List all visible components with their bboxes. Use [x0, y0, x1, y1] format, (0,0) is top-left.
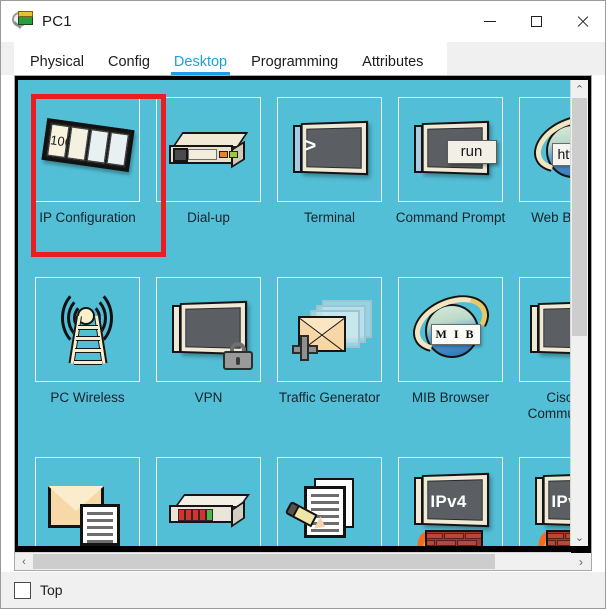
desktop-item-cisco-ip-communicator[interactable]: Cisco IP Communicator [511, 271, 570, 451]
pc-wireless-antenna-icon [35, 277, 140, 382]
desktop-item-label: VPN [194, 390, 223, 405]
desktop-item-dial-up[interactable]: Dial-up [148, 91, 269, 271]
tab-config[interactable]: Config [96, 54, 162, 76]
terminal-badge: > [304, 134, 317, 157]
desktop-item-label: MIB Browser [411, 390, 490, 405]
maximize-button[interactable] [513, 1, 559, 42]
desktop-row: 106 IP Configuration Dial-up > Terminal … [27, 91, 570, 271]
desktop-item-label: IP Configuration [39, 210, 136, 225]
cisco-ip-communicator-icon [519, 277, 570, 382]
desktop-item-label: Command Prompt [395, 210, 506, 225]
desktop-item-command-prompt[interactable]: run Command Prompt [390, 91, 511, 271]
packet-tracer-magnifier-icon [12, 10, 34, 33]
horizontal-scrollbar-thumb[interactable] [33, 554, 495, 569]
desktop-item-email[interactable]: Email [27, 451, 148, 546]
ipv6-firewall-icon: IPv6 [519, 457, 570, 546]
desktop-item-text-editor[interactable]: Text Editor [269, 451, 390, 546]
command-prompt-badge: run [446, 139, 497, 164]
maximize-icon [530, 16, 542, 27]
desktop-row: PC Wireless VPN Traffic Generator M I B … [27, 271, 570, 451]
scroll-right-icon[interactable]: › [571, 553, 591, 570]
desktop-panel: 106 IP Configuration Dial-up > Terminal … [14, 75, 592, 571]
vertical-scrollbar-thumb[interactable] [572, 98, 587, 336]
text-editor-icon [277, 457, 382, 546]
tab-physical[interactable]: Physical [18, 54, 96, 76]
minimize-icon [484, 21, 496, 22]
tab-strip: Physical Config Desktop Programming Attr… [1, 42, 605, 75]
desktop-item-pppoe-dialer[interactable]: PPPoE Dialer [148, 451, 269, 546]
ip-configuration-icon: 106 [35, 97, 140, 202]
desktop-item-label: PC Wireless [50, 390, 125, 405]
desktop-item-pc-wireless[interactable]: PC Wireless [27, 271, 148, 451]
desktop-item-mib-browser[interactable]: M I B MIB Browser [390, 271, 511, 451]
desktop-item-label: Traffic Generator [278, 390, 381, 405]
desktop-item-ipv6-firewall[interactable]: IPv6 [511, 451, 570, 546]
desktop-item-terminal[interactable]: > Terminal [269, 91, 390, 271]
vpn-lock-icon [156, 277, 261, 382]
desktop-grid: 106 IP Configuration Dial-up > Terminal … [18, 80, 570, 546]
window-controls [467, 1, 605, 42]
minimize-button[interactable] [467, 1, 513, 42]
mib-browser-icon: M I B [398, 277, 503, 382]
close-icon [576, 15, 589, 28]
desktop-item-ip-configuration[interactable]: 106 IP Configuration [27, 91, 166, 271]
ipv4-firewall-icon: IPv4 [398, 457, 503, 546]
scroll-left-icon[interactable]: ‹ [15, 553, 33, 570]
mib-browser-badge: M I B [430, 323, 481, 345]
traffic-generator-icon [277, 277, 382, 382]
desktop-item-web-browser[interactable]: http: Web Browser [511, 91, 570, 271]
tab-desktop[interactable]: Desktop [162, 54, 239, 76]
email-icon [35, 457, 140, 546]
desktop-item-label: Terminal [303, 210, 355, 225]
command-prompt-icon: run [398, 97, 503, 202]
desktop-icon-area: 106 IP Configuration Dial-up > Terminal … [18, 80, 570, 546]
bottom-bar: Top [1, 572, 605, 608]
dial-up-modem-icon [156, 97, 261, 202]
pc1-window: PC1 Physical Config Desktop Programming … [0, 0, 606, 609]
desktop-row: Email [27, 451, 570, 546]
ipv4-firewall-badge: IPv4 [430, 491, 467, 511]
top-checkbox-label: Top [40, 582, 63, 598]
desktop-item-label: Dial-up [187, 210, 230, 225]
top-checkbox[interactable] [14, 581, 31, 599]
pppoe-dialer-icon [156, 457, 261, 546]
window-title: PC1 [42, 13, 72, 30]
desktop-item-label: Cisco IP Communicator [527, 390, 570, 421]
horizontal-scrollbar[interactable]: ‹ [15, 552, 571, 570]
desktop-item-ipv4-firewall[interactable]: IPv4 [390, 451, 511, 546]
tab-programming[interactable]: Programming [239, 54, 350, 76]
desktop-item-traffic-generator[interactable]: Traffic Generator [269, 271, 390, 451]
scroll-up-icon[interactable]: ⌃ [571, 80, 588, 98]
desktop-item-vpn[interactable]: VPN [148, 271, 269, 451]
desktop-item-label: Web Browser [531, 210, 570, 225]
scroll-down-icon[interactable]: ⌄ [571, 528, 588, 546]
terminal-icon: > [277, 97, 382, 202]
ip-configuration-badge: 106 [48, 131, 73, 150]
title-bar: PC1 [1, 1, 605, 42]
close-button[interactable] [559, 1, 605, 42]
web-browser-badge: http: [551, 142, 570, 166]
vertical-scrollbar[interactable]: ⌃ ⌄ [570, 80, 588, 546]
ipv6-firewall-badge: IPv6 [551, 491, 570, 511]
tab-attributes[interactable]: Attributes [350, 54, 435, 76]
web-browser-icon: http: [519, 97, 570, 202]
